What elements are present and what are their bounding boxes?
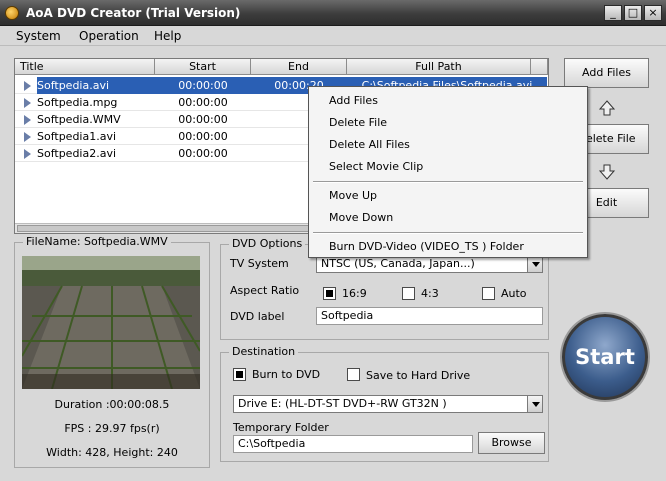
app-window: AoA DVD Creator (Trial Version) _ □ × Sy…: [0, 0, 666, 481]
move-up-arrow-icon[interactable]: [599, 100, 615, 116]
burn-to-dvd-label: Burn to DVD: [252, 368, 321, 381]
column-header-extra: [531, 59, 548, 75]
ctx-delete-all-files[interactable]: Delete All Files: [329, 138, 410, 151]
row-pointer-icon: [24, 132, 31, 142]
video-preview[interactable]: [22, 256, 200, 389]
row-title: Softpedia2.avi: [37, 147, 117, 160]
tv-system-value: NTSC (US, Canada, Japan...): [321, 257, 475, 270]
ctx-move-down[interactable]: Move Down: [329, 211, 393, 224]
temp-folder-input[interactable]: C:\Softpedia: [233, 435, 473, 453]
ctx-select-movie-clip[interactable]: Select Movie Clip: [329, 160, 423, 173]
aspect-ratio-label: Aspect Ratio: [230, 284, 300, 297]
aspect-4-3-checkbox[interactable]: [402, 287, 415, 300]
row-pointer-icon: [24, 115, 31, 125]
row-pointer-icon: [24, 98, 31, 108]
drive-select[interactable]: Drive E: (HL-DT-ST DVD+-RW GT32N ): [233, 395, 543, 413]
chevron-down-icon[interactable]: [527, 256, 542, 272]
column-header-path[interactable]: Full Path: [347, 59, 531, 75]
row-start: 00:00:00: [155, 77, 251, 94]
dvd-label-input[interactable]: Softpedia: [316, 307, 543, 325]
browse-button[interactable]: Browse: [478, 432, 545, 454]
row-start: 00:00:00: [178, 130, 228, 143]
window-title: AoA DVD Creator (Trial Version): [26, 6, 241, 20]
drive-value: Drive E: (HL-DT-ST DVD+-RW GT32N ): [238, 397, 447, 410]
menu-operation[interactable]: Operation: [79, 29, 139, 43]
start-button[interactable]: Start: [562, 314, 648, 400]
row-title: Softpedia.mpg: [37, 96, 118, 109]
save-to-hdd-label: Save to Hard Drive: [366, 369, 471, 382]
menu-help[interactable]: Help: [154, 29, 181, 43]
ctx-move-up[interactable]: Move Up: [329, 189, 377, 202]
close-button[interactable]: ×: [644, 5, 662, 21]
aspect-auto-label: Auto: [501, 287, 527, 300]
preview-filename: FileName: Softpedia.WMV: [23, 235, 171, 248]
duration-text: Duration :00:00:08.5: [54, 398, 170, 411]
column-header-start[interactable]: Start: [155, 59, 251, 75]
chevron-down-icon[interactable]: [527, 396, 542, 412]
fps-text: FPS : 29.97 fps(r): [64, 422, 160, 435]
dvd-label-label: DVD label: [230, 310, 285, 323]
move-down-arrow-icon[interactable]: [599, 164, 615, 180]
destination-label: Destination: [229, 345, 299, 358]
tv-system-label: TV System: [230, 257, 289, 270]
row-start: 00:00:00: [178, 96, 228, 109]
row-start: 00:00:00: [178, 147, 228, 160]
maximize-button[interactable]: □: [624, 5, 642, 21]
dvd-options-label: DVD Options: [229, 237, 306, 250]
column-header-end[interactable]: End: [251, 59, 347, 75]
minimize-button[interactable]: _: [604, 5, 622, 21]
row-title: Softpedia.avi: [37, 77, 155, 94]
row-pointer-icon: [24, 149, 31, 159]
add-files-button[interactable]: Add Files: [564, 58, 649, 88]
aspect-auto-checkbox[interactable]: [482, 287, 495, 300]
ctx-delete-file[interactable]: Delete File: [329, 116, 387, 129]
ctx-separator: [313, 181, 583, 183]
row-title: Softpedia.WMV: [37, 113, 121, 126]
video-frame-image: [22, 256, 200, 389]
row-title: Softpedia1.avi: [37, 130, 117, 143]
menu-system[interactable]: System: [16, 29, 61, 43]
aspect-16-9-checkbox[interactable]: [323, 287, 336, 300]
ctx-burn-folder[interactable]: Burn DVD-Video (VIDEO_TS ) Folder: [329, 240, 524, 253]
context-menu: Add Files Delete File Delete All Files S…: [308, 86, 588, 258]
title-bar: AoA DVD Creator (Trial Version) _ □ ×: [0, 0, 666, 26]
app-logo-icon: [5, 6, 19, 20]
temp-folder-label: Temporary Folder: [233, 421, 329, 434]
row-pointer-icon: [24, 81, 31, 91]
save-to-hdd-checkbox[interactable]: [347, 368, 360, 381]
burn-to-dvd-checkbox[interactable]: [233, 368, 246, 381]
aspect-4-3-label: 4:3: [421, 287, 439, 300]
row-start: 00:00:00: [178, 113, 228, 126]
column-header-title[interactable]: Title: [15, 59, 155, 75]
dimensions-text: Width: 428, Height: 240: [46, 446, 178, 459]
ctx-separator: [313, 232, 583, 234]
ctx-add-files[interactable]: Add Files: [329, 94, 378, 107]
menu-bar: System Operation Help: [0, 26, 666, 46]
aspect-16-9-label: 16:9: [342, 287, 367, 300]
